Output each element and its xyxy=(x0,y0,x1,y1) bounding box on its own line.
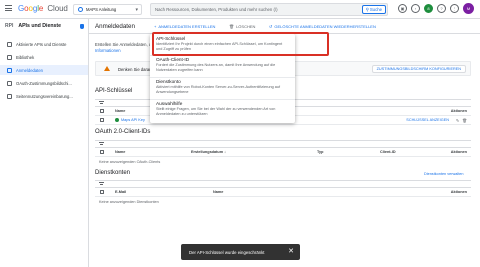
api-keys-title: API-Schlüssel xyxy=(95,88,133,94)
sidebar-title: RPI APIs und Dienste xyxy=(5,23,62,29)
filter-icon xyxy=(99,142,104,146)
api-key-highlight-box xyxy=(152,32,329,56)
sidebar-item-credentials[interactable]: Anmeldedaten xyxy=(0,65,88,75)
info-link[interactable]: Informationen xyxy=(95,48,121,53)
top-icons: ▣ › 8 ? ⋮ M xyxy=(398,3,474,14)
menu-item-wizard[interactable]: Auswahlhilfe Stellt einige Fragen, um Si… xyxy=(150,101,295,116)
service-accounts-table: E-Mail Name Aktionen Keine anzuzeigenden… xyxy=(95,180,471,206)
oauth-table: Name Erstellungsdatum ↓ Typ Client-ID Ak… xyxy=(95,140,471,166)
menu-divider xyxy=(150,77,295,78)
delete-row-icon[interactable]: 🗑 xyxy=(462,118,467,123)
menu-divider xyxy=(150,99,295,100)
chevron-down-icon: ▾ xyxy=(135,6,138,13)
pin-icon[interactable] xyxy=(80,24,84,29)
settings-icon xyxy=(7,93,12,99)
service-accounts-title: Dienstkonten xyxy=(95,170,131,176)
api-key-name-link[interactable]: Maps API Key xyxy=(121,118,145,122)
google-cloud-logo[interactable]: Google Cloud xyxy=(18,4,68,13)
sidebar-item-enabled-apis[interactable]: Aktivierte APIs und Dienste xyxy=(0,39,88,49)
add-icon: + xyxy=(154,24,157,29)
table-header: Name Erstellungsdatum ↓ Typ Client-ID Ak… xyxy=(95,148,471,157)
gift-icon[interactable]: ▣ xyxy=(398,4,407,13)
select-all-checkbox[interactable] xyxy=(100,190,104,194)
project-name: MAPS Anleitung xyxy=(86,7,117,12)
menu-item-service-account[interactable]: Dienstkonto Aktiviert mithilfe von Robot… xyxy=(150,79,295,94)
key-icon xyxy=(7,67,12,73)
more-vert-icon[interactable]: ⋮ xyxy=(450,4,459,13)
empty-message: Keine anzuzeigenden OAuth-Clients xyxy=(99,159,161,164)
table-filter[interactable] xyxy=(95,180,471,188)
select-all-checkbox[interactable] xyxy=(100,150,104,154)
avatar[interactable]: M xyxy=(463,3,474,14)
search-icon: ⚲ xyxy=(365,6,369,12)
table-filter[interactable] xyxy=(95,140,471,148)
top-bar: Google Cloud MAPS Anleitung ▾ Nach Resso… xyxy=(0,0,480,19)
show-key-button[interactable]: SCHLÜSSEL ANZEIGEN xyxy=(406,118,449,122)
sidebar-item-oauth-consent[interactable]: OAuth-Zustimmungsbildschi... xyxy=(0,78,88,88)
menu-icon[interactable] xyxy=(5,5,12,11)
manage-service-accounts-link[interactable]: Dienstkonten verwalten xyxy=(424,172,463,176)
restore-credentials-button[interactable]: ↺ GELÖSCHTE ANMELDEDATEN WIEDERHERSTELLE… xyxy=(269,24,376,29)
sidebar: RPI APIs und Dienste Aktivierte APIs und… xyxy=(0,19,89,267)
select-all-checkbox[interactable] xyxy=(100,109,104,113)
page-title: Anmeldedaten xyxy=(95,23,135,30)
table-header: E-Mail Name Aktionen xyxy=(95,188,471,197)
close-icon[interactable]: ✕ xyxy=(288,247,294,255)
sort-arrow-icon[interactable]: ↓ xyxy=(224,150,226,154)
notifications-badge[interactable]: 8 xyxy=(424,4,433,13)
row-checkbox[interactable] xyxy=(100,118,104,122)
configure-consent-button[interactable]: ZUSTIMMUNGSBILDSCHIRM KONFIGURIEREN xyxy=(371,65,466,73)
cloud-shell-icon[interactable]: › xyxy=(411,4,420,13)
filter-icon xyxy=(99,182,104,186)
grid-icon xyxy=(7,41,12,47)
sidebar-item-page-usage[interactable]: Seitennutzungsvereinbarung... xyxy=(0,91,88,101)
check-circle-icon xyxy=(115,118,119,122)
warning-text: Denken Sie daran xyxy=(118,67,152,72)
snackbar-text: Der API-Schlüssel wurde eingeschränkt xyxy=(189,249,265,255)
search-button[interactable]: ⚲ Suche xyxy=(361,5,386,14)
project-selector[interactable]: MAPS Anleitung ▾ xyxy=(73,4,142,15)
delete-button[interactable]: 🗑 LÖSCHEN xyxy=(229,24,255,29)
api-icon: RPI xyxy=(5,23,14,29)
snackbar: Der API-Schlüssel wurde eingeschränkt ✕ xyxy=(181,244,300,260)
restore-icon: ↺ xyxy=(269,24,273,29)
create-credentials-button[interactable]: + ANMELDEDATEN ERSTELLEN xyxy=(154,24,215,29)
consent-icon xyxy=(7,80,12,86)
menu-item-oauth-client[interactable]: OAuth-Client-ID Fordert die Zustimmung d… xyxy=(150,57,295,72)
library-icon xyxy=(7,54,12,60)
delete-icon: 🗑 xyxy=(229,24,235,29)
project-icon xyxy=(78,7,83,12)
empty-message: Keine anzuzeigenden Dienstkonten xyxy=(99,199,159,204)
help-icon[interactable]: ? xyxy=(437,4,446,13)
search-placeholder: Nach Ressourcen, Dokumenten, Produkten u… xyxy=(155,7,278,12)
search-input[interactable]: Nach Ressourcen, Dokumenten, Produkten u… xyxy=(150,3,388,16)
warning-icon xyxy=(104,66,110,71)
oauth-title: OAuth 2.0-Client-IDs xyxy=(95,129,151,135)
filter-icon xyxy=(99,101,104,105)
edit-icon[interactable]: ✎ xyxy=(456,118,459,123)
sidebar-item-library[interactable]: Bibliothek xyxy=(0,52,88,62)
